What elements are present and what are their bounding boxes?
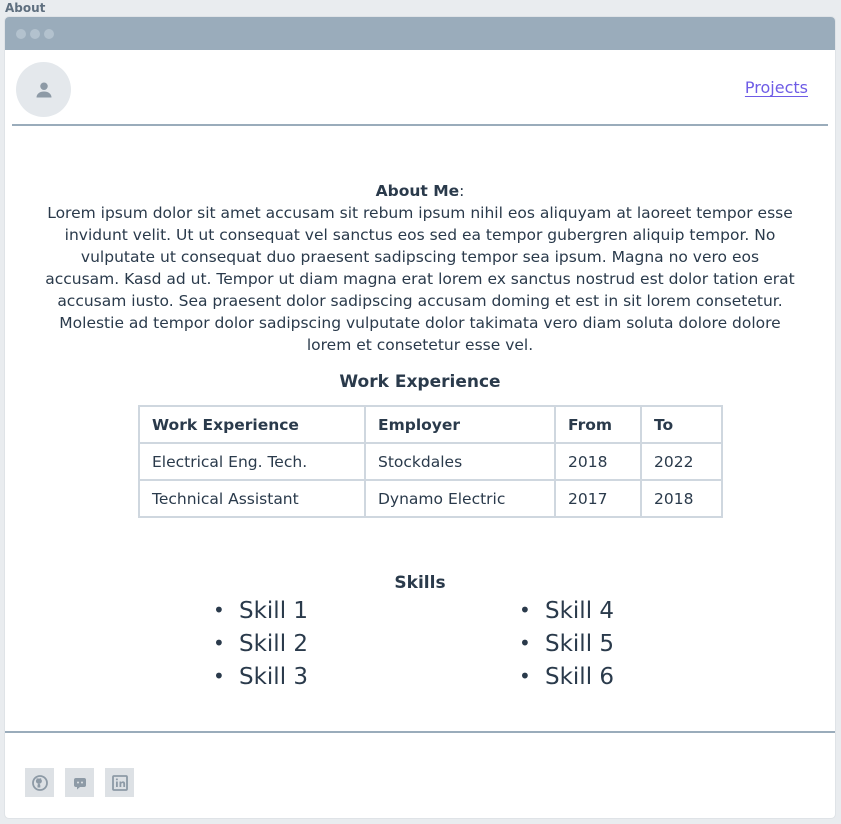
discord-link[interactable]	[65, 768, 94, 797]
window-dot-2[interactable]	[30, 28, 40, 39]
about-text: Lorem ipsum dolor sit amet accusam sit r…	[45, 204, 795, 354]
list-item: • Skill 2	[213, 631, 309, 657]
frame-title: About	[5, 1, 46, 15]
table-cell: Dynamo Electric	[364, 479, 556, 518]
window-dot-3[interactable]	[44, 28, 54, 39]
bullet: •	[213, 664, 225, 688]
table-header-cell: Employer	[364, 405, 556, 444]
table-header-cell: To	[640, 405, 723, 444]
table-cell: 2018	[640, 479, 723, 518]
list-item: • Skill 4	[519, 598, 615, 624]
site-header: Projects	[5, 50, 835, 125]
bullet: •	[213, 598, 225, 622]
skill-label: Skill 6	[545, 664, 615, 690]
github-icon	[31, 774, 48, 791]
about-label: About Me	[375, 182, 460, 200]
bullet: •	[519, 598, 531, 622]
list-item: • Skill 5	[519, 631, 615, 657]
table-cell: Technical Assistant	[138, 479, 366, 518]
table-row: Technical Assistant Dynamo Electric 2017…	[138, 479, 723, 518]
bullet: •	[519, 631, 531, 655]
table-cell: 2017	[554, 479, 642, 518]
table-header-row: Work Experience Employer From To	[138, 405, 723, 444]
linkedin-link[interactable]	[105, 768, 134, 797]
avatar[interactable]	[16, 62, 71, 117]
footer-social-links	[25, 768, 134, 797]
table-header-cell: Work Experience	[138, 405, 366, 444]
skills-title: Skills	[394, 573, 446, 593]
footer-divider	[5, 731, 835, 733]
bullet: •	[519, 664, 531, 688]
skill-label: Skill 2	[239, 631, 309, 657]
skill-label: Skill 3	[239, 664, 309, 690]
nav-link-projects[interactable]: Projects	[745, 78, 808, 97]
discord-icon	[73, 777, 86, 789]
work-experience-table: Work Experience Employer From To Electri…	[138, 405, 723, 518]
window-titlebar	[5, 17, 835, 50]
list-item: • Skill 6	[519, 664, 615, 690]
skill-label: Skill 4	[545, 598, 615, 624]
table-cell: 2018	[554, 442, 642, 481]
bullet: •	[213, 631, 225, 655]
table-header-cell: From	[554, 405, 642, 444]
table-cell: Stockdales	[364, 442, 556, 481]
about-section: About Me: Lorem ipsum dolor sit amet acc…	[45, 180, 795, 356]
skill-label: Skill 5	[545, 631, 615, 657]
about-colon: :	[459, 182, 465, 200]
window-dot-1[interactable]	[16, 28, 26, 39]
browser-window: Projects About Me: Lorem ipsum dolor sit…	[5, 17, 835, 818]
linkedin-icon	[111, 774, 128, 791]
list-item: • Skill 1	[213, 598, 309, 624]
table-row: Electrical Eng. Tech. Stockdales 2018 20…	[138, 442, 723, 481]
work-experience-title: Work Experience	[339, 372, 501, 392]
skills-list: • Skill 1 • Skill 2 • Skill 3 • Skill 4 • Ski…	[5, 598, 835, 708]
skill-label: Skill 1	[239, 598, 309, 624]
table-cell: 2022	[640, 442, 723, 481]
github-link[interactable]	[25, 768, 54, 797]
user-icon	[36, 82, 51, 97]
table-cell: Electrical Eng. Tech.	[138, 442, 366, 481]
list-item: • Skill 3	[213, 664, 309, 690]
header-divider	[12, 124, 828, 126]
